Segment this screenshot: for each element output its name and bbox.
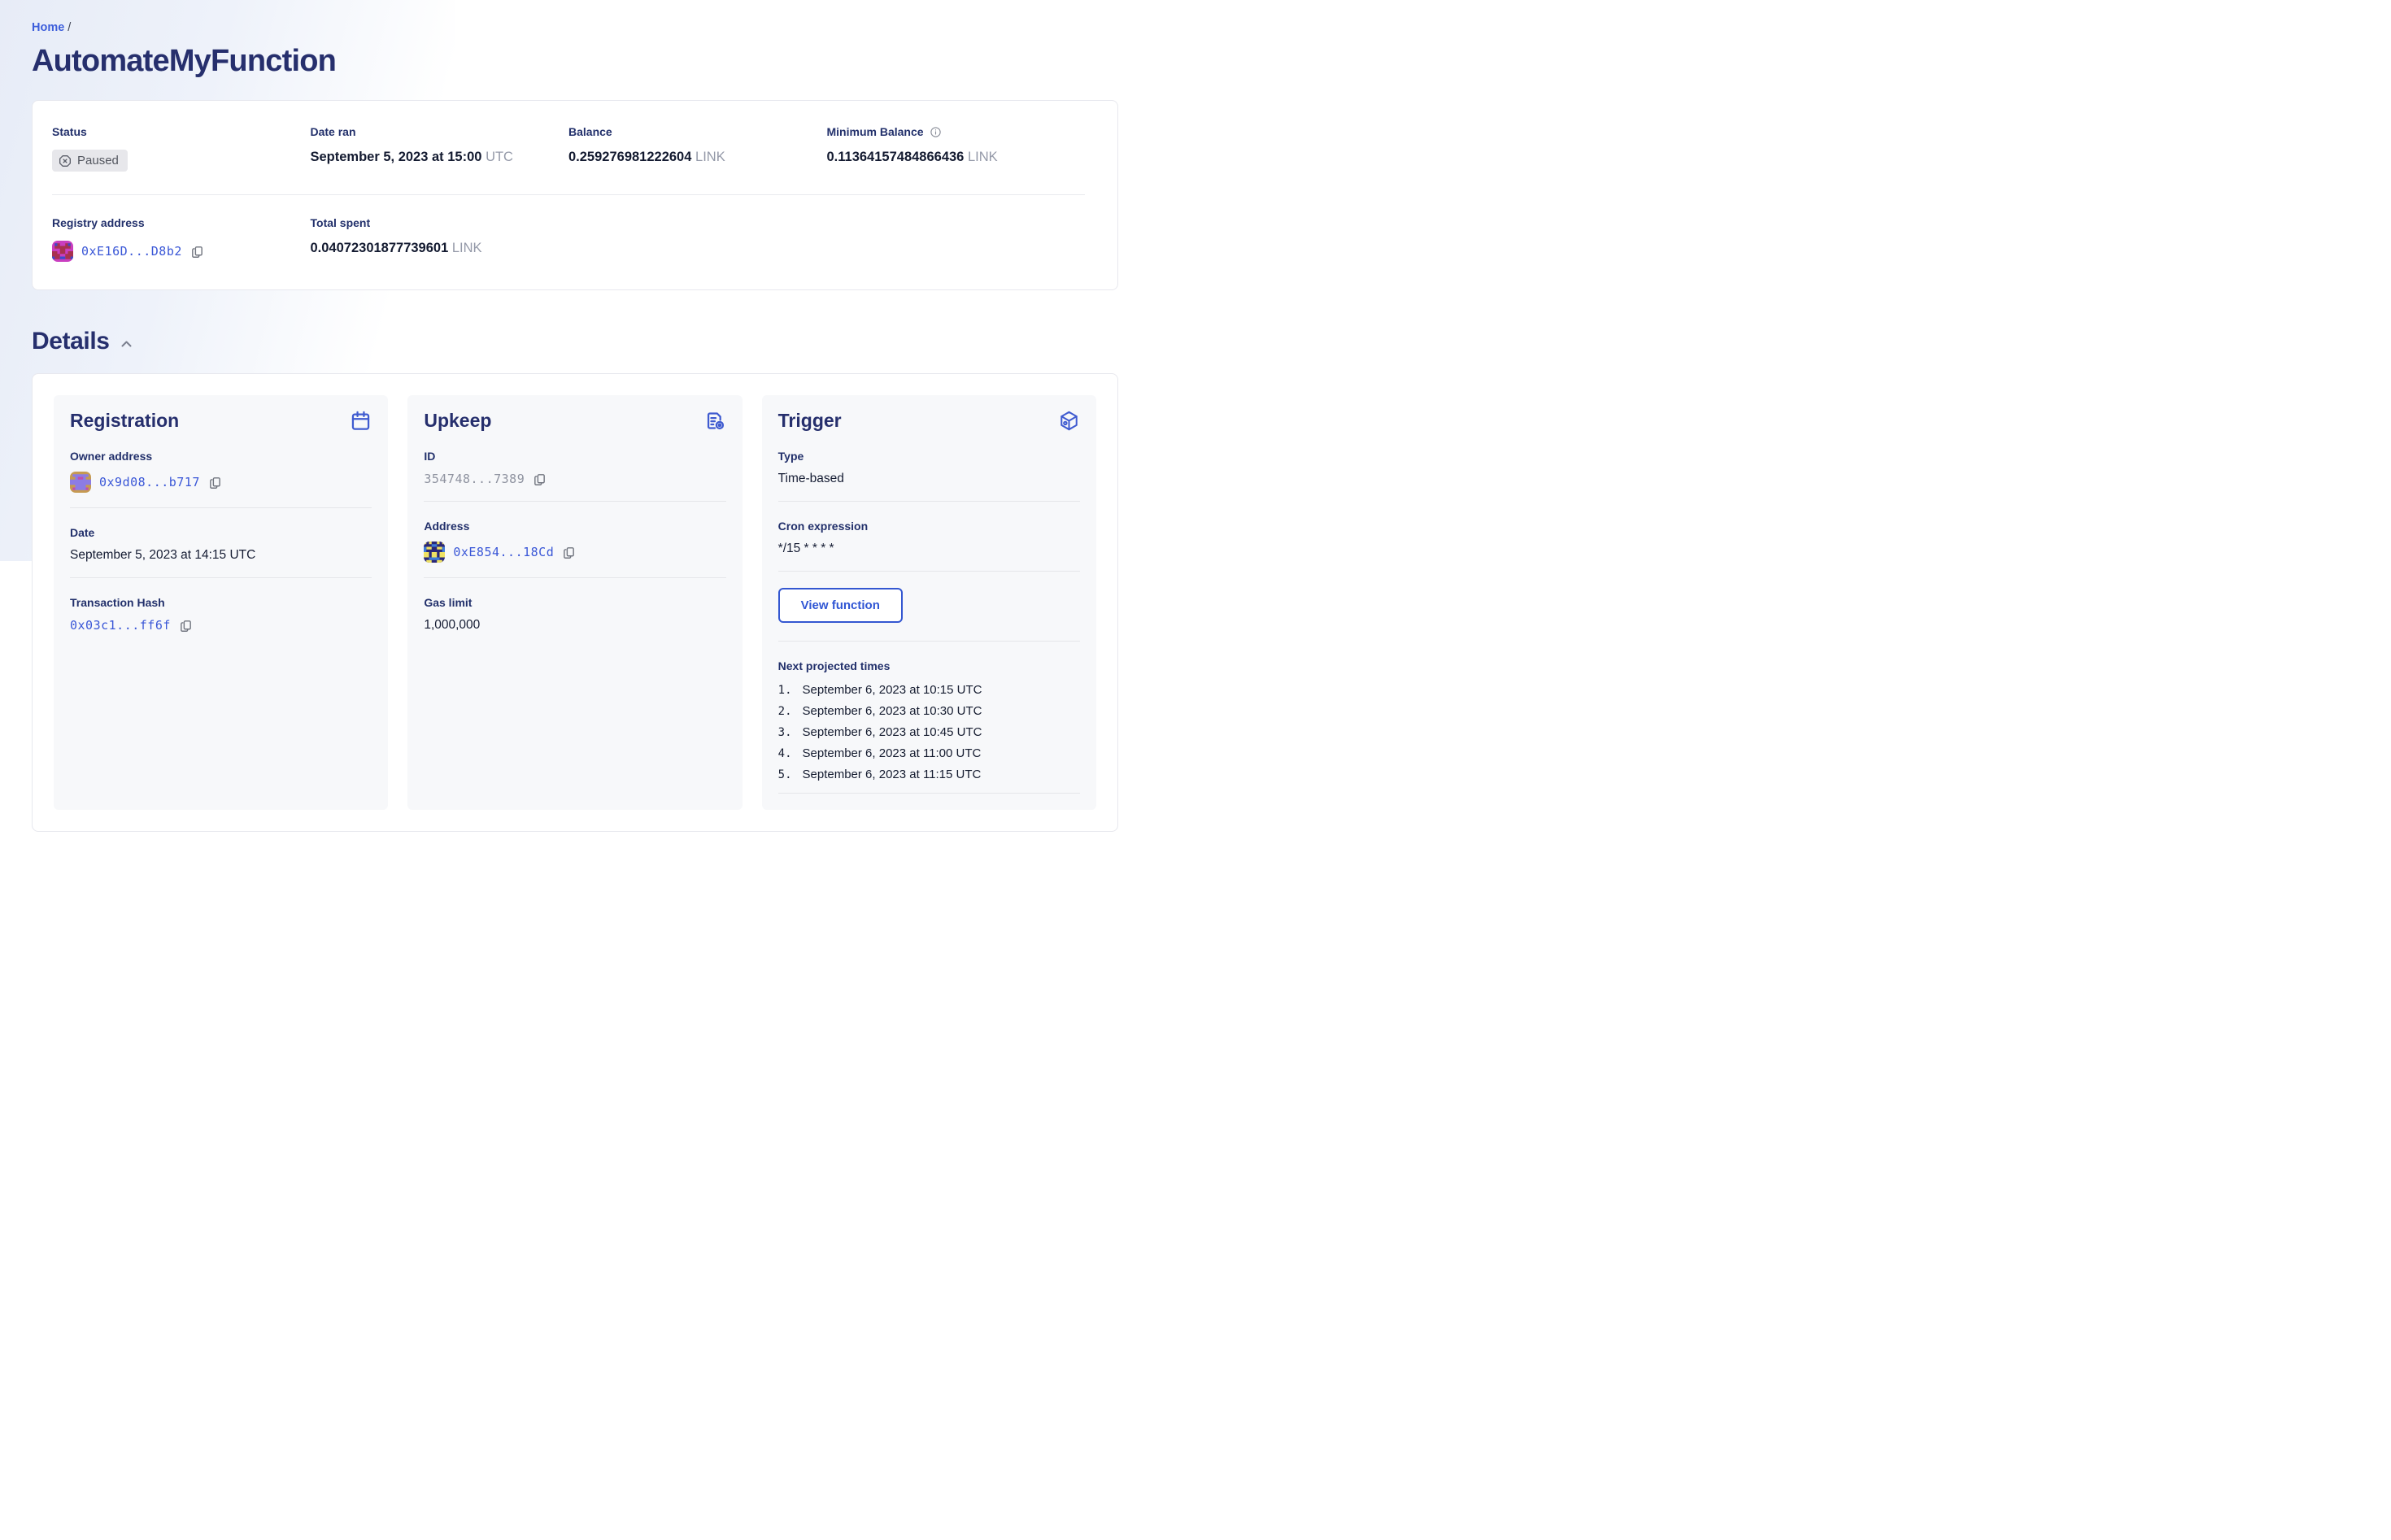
info-icon[interactable] (930, 126, 942, 138)
summary-row-1: Status Paused Date ran September 5, 2023… (52, 125, 1085, 172)
next-projected-times-label: Next projected times (777, 659, 891, 672)
min-balance-unit: LINK (967, 150, 998, 164)
copy-icon (562, 546, 576, 559)
details-header: Details (32, 328, 1156, 355)
list-item: 2. September 6, 2023 at 10:30 UTC (777, 704, 982, 718)
registration-panel: Registration Owner address 0x9d08...b717 (54, 395, 389, 810)
total-spent-label: Total spent (310, 216, 371, 229)
registry-address-label: Registry address (52, 216, 145, 229)
details-collapse-button[interactable] (120, 339, 133, 349)
registry-address-link[interactable]: 0xE16D...D8b2 (81, 244, 182, 259)
summary-row-2: Registry address 0xE16D...D8b2 Total spe… (52, 216, 1085, 262)
summary-card: Status Paused Date ran September 5, 2023… (32, 100, 1118, 290)
breadcrumb-separator: / (68, 21, 72, 34)
list-item: 4. September 6, 2023 at 11:00 UTC (777, 746, 982, 760)
octagon-x-icon (59, 154, 72, 167)
cron-expression-label: Cron expression (777, 520, 869, 533)
details-card: Registration Owner address 0x9d08...b717 (32, 373, 1118, 832)
transaction-hash-link[interactable]: 0x03c1...ff6f (70, 618, 171, 633)
panel-divider (70, 507, 372, 508)
min-balance-label: Minimum Balance (826, 125, 924, 138)
upkeep-address-label: Address (424, 520, 470, 533)
status-badge-text: Paused (77, 154, 119, 167)
owner-identicon (70, 472, 91, 493)
owner-address-label: Owner address (70, 450, 153, 463)
min-balance-field: Minimum Balance 0.11364157484866436 LINK (827, 125, 1086, 172)
copy-icon (179, 619, 193, 633)
status-badge: Paused (52, 150, 128, 172)
upkeep-address-link[interactable]: 0xE854...18Cd (453, 545, 554, 559)
calendar-icon (350, 410, 372, 432)
date-ran-field: Date ran September 5, 2023 at 15:00 UTC (311, 125, 569, 172)
summary-divider (52, 194, 1085, 195)
registration-date-value: September 5, 2023 at 14:15 UTC (70, 548, 256, 562)
balance-value: 0.259276981222604 LINK (568, 150, 725, 164)
panel-divider (424, 501, 726, 502)
gas-limit-label: Gas limit (424, 596, 473, 609)
transaction-hash-label: Transaction Hash (70, 596, 165, 609)
total-spent-field: Total spent 0.04072301877739601 LINK (311, 216, 569, 262)
balance-unit: LINK (695, 150, 725, 164)
copy-transaction-hash-button[interactable] (179, 619, 193, 633)
trigger-title: Trigger (777, 410, 842, 431)
min-balance-value: 0.11364157484866436 LINK (826, 150, 998, 164)
breadcrumb-home-link[interactable]: Home (32, 21, 64, 34)
upkeep-panel: Upkeep ID 354748...7389 Address 0xE854..… (407, 395, 743, 810)
total-spent-unit: LINK (451, 241, 482, 255)
registry-identicon (52, 241, 73, 262)
chevron-up-icon (121, 341, 132, 347)
owner-address-link[interactable]: 0x9d08...b717 (99, 475, 200, 489)
breadcrumb: Home / (32, 21, 1156, 34)
copy-registry-address-button[interactable] (190, 245, 204, 259)
list-item: 3. September 6, 2023 at 10:45 UTC (777, 725, 982, 739)
status-field: Status Paused (52, 125, 311, 172)
upkeep-title: Upkeep (424, 410, 492, 431)
upkeep-id-label: ID (424, 450, 436, 463)
cube-icon (1058, 410, 1080, 432)
document-gear-icon (704, 410, 726, 432)
panel-divider (777, 641, 1080, 642)
cron-expression-value: */15 * * * * (777, 542, 834, 555)
total-spent-value: 0.04072301877739601 LINK (310, 241, 482, 255)
details-heading: Details (32, 328, 110, 355)
trigger-type-label: Type (777, 450, 804, 463)
upkeep-address-identicon (424, 542, 446, 563)
status-label: Status (52, 125, 87, 138)
date-ran-label: Date ran (310, 125, 356, 138)
registration-date-label: Date (70, 526, 95, 539)
balance-label: Balance (568, 125, 612, 138)
copy-upkeep-address-button[interactable] (562, 546, 576, 559)
copy-owner-address-button[interactable] (208, 476, 222, 489)
page-title: AutomateMyFunction (32, 44, 337, 78)
registration-title: Registration (70, 410, 180, 431)
main-content: Home / AutomateMyFunction Status Paused (0, 0, 1196, 832)
panel-divider (70, 577, 372, 578)
balance-field: Balance 0.259276981222604 LINK (568, 125, 827, 172)
list-item: 1. September 6, 2023 at 10:15 UTC (777, 683, 982, 697)
registry-address-field: Registry address 0xE16D...D8b2 (52, 216, 311, 262)
upkeep-id-value: 354748...7389 (424, 472, 525, 486)
list-item: 5. September 6, 2023 at 11:15 UTC (777, 768, 982, 781)
copy-icon (190, 245, 204, 259)
panel-divider (777, 571, 1080, 572)
date-ran-utc: UTC (486, 150, 513, 164)
view-function-button[interactable]: View function (777, 588, 903, 623)
copy-upkeep-id-button[interactable] (533, 472, 547, 486)
copy-icon (208, 476, 222, 489)
copy-icon (533, 472, 547, 486)
trigger-type-value: Time-based (777, 472, 844, 485)
gas-limit-value: 1,000,000 (424, 618, 481, 632)
panel-divider (777, 793, 1080, 794)
panel-divider (777, 501, 1080, 502)
panel-divider (424, 577, 726, 578)
date-ran-value: September 5, 2023 at 15:00 UTC (310, 150, 513, 164)
next-projected-times-list: 1. September 6, 2023 at 10:15 UTC 2. Sep… (778, 683, 1080, 781)
trigger-panel: Trigger Type Time-based Cron expression … (761, 395, 1096, 810)
